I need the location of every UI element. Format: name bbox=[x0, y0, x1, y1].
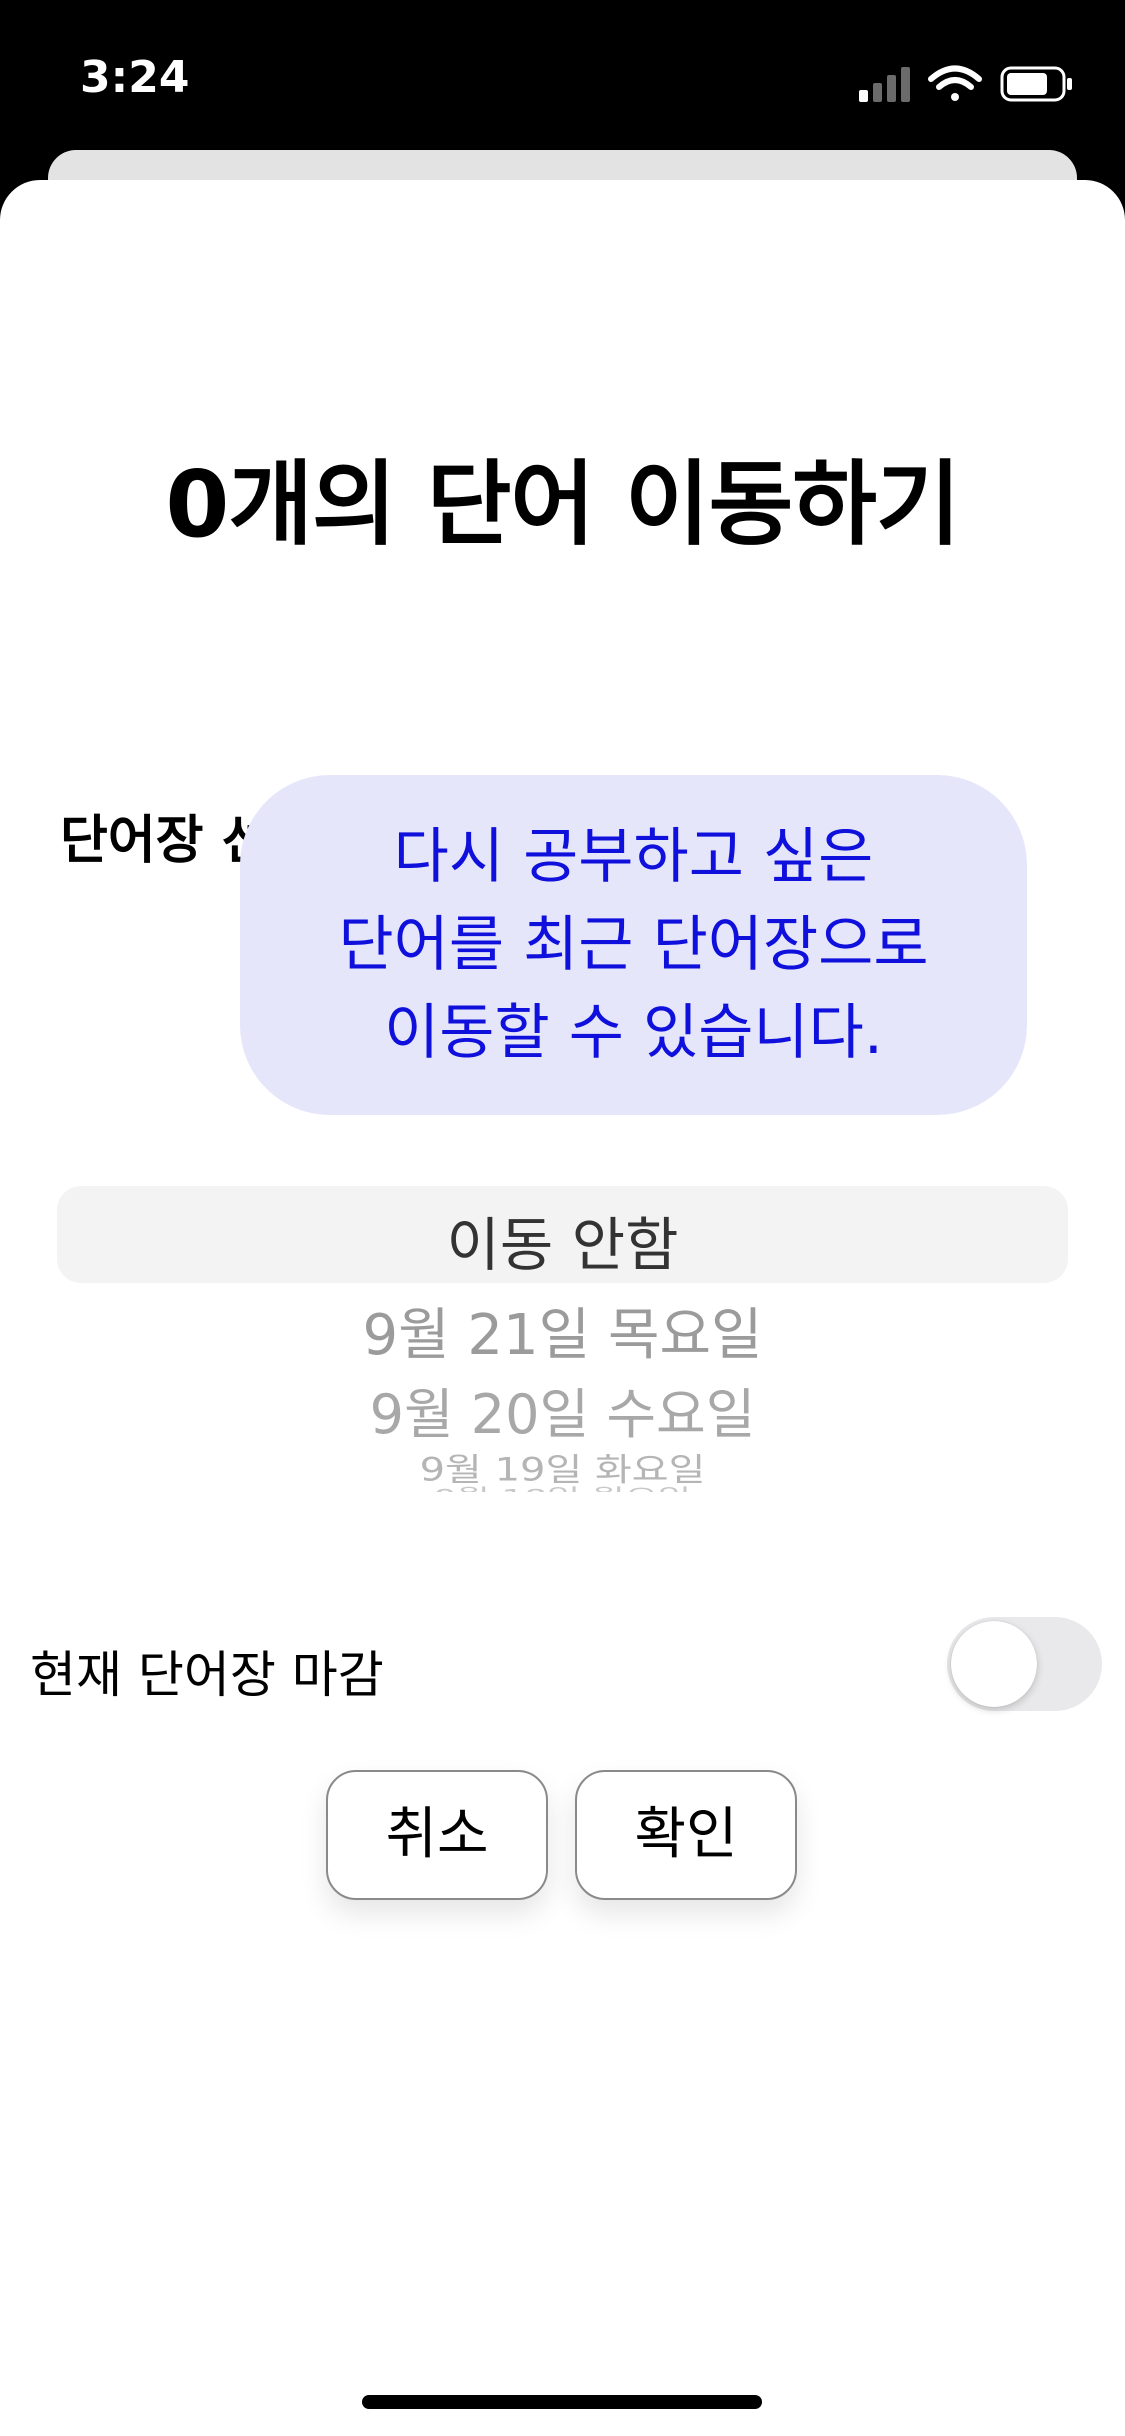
picker-option[interactable]: 9월 18일 월요일 bbox=[0, 1480, 1125, 1492]
picker-option-selected[interactable]: 이동 안함 bbox=[0, 1198, 1125, 1282]
dialog-title: 0개의 단어 이동하기 bbox=[165, 451, 960, 558]
tooltip-line: 다시 공부하고 싶은 bbox=[393, 822, 874, 892]
cellular-signal-icon bbox=[859, 67, 910, 102]
home-indicator[interactable] bbox=[362, 2395, 762, 2409]
picker-option[interactable]: 9월 21일 목요일 bbox=[0, 1290, 1125, 1371]
toggle-knob bbox=[951, 1621, 1037, 1707]
help-tooltip[interactable]: 다시 공부하고 싶은 단어를 최근 단어장으로 이동할 수 있습니다. bbox=[240, 775, 1027, 1115]
wifi-icon bbox=[928, 65, 982, 101]
cancel-button[interactable]: 취소 bbox=[326, 1770, 548, 1900]
picker-option[interactable]: 9월 20일 수요일 bbox=[0, 1370, 1125, 1449]
tooltip-line: 단어를 최근 단어장으로 bbox=[338, 910, 929, 980]
confirm-button[interactable]: 확인 bbox=[575, 1770, 797, 1900]
status-icons bbox=[859, 65, 1072, 102]
close-wordbook-label: 현재 단어장 마감 bbox=[30, 1646, 384, 1704]
section-label: 단어장 선 bbox=[60, 811, 270, 871]
battery-icon bbox=[1000, 66, 1072, 102]
status-bar: 3:24 bbox=[0, 0, 1125, 150]
close-wordbook-toggle[interactable] bbox=[947, 1617, 1102, 1711]
tooltip-line: 이동할 수 있습니다. bbox=[384, 998, 883, 1068]
status-time: 3:24 bbox=[80, 52, 190, 103]
